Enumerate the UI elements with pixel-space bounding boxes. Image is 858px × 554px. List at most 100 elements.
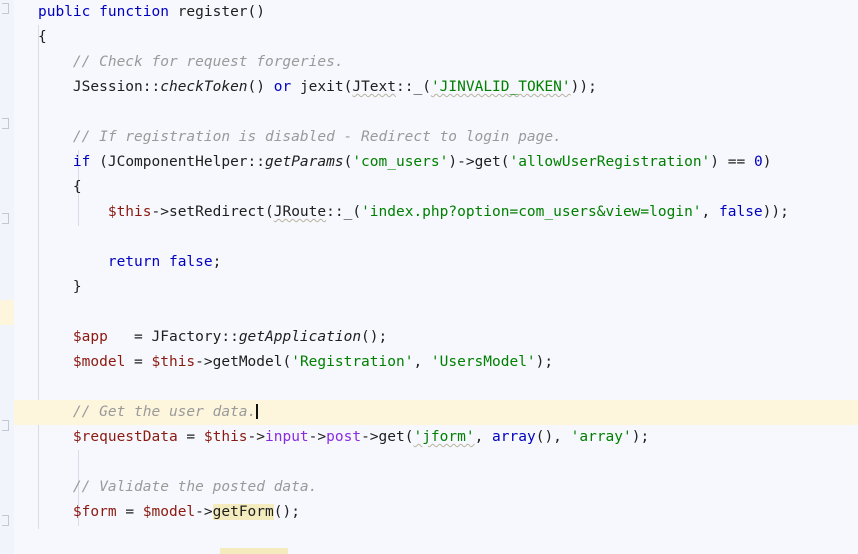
token-method: setRedirect [168,204,265,220]
fold-marker-icon[interactable] [2,420,9,431]
token-class: JComponentHelper [107,154,248,170]
token-punct: , [553,429,562,445]
token-keyword: public [38,4,91,20]
fold-marker-icon[interactable] [2,3,9,14]
code-line[interactable]: if (!$form) [14,550,858,554]
code-line[interactable]: $model = $this->getModel('Registration',… [14,350,858,375]
token-comment: // Check for request forgeries. [72,54,344,70]
token-comment: // Get the user data. [72,404,257,420]
code-editor[interactable]: public function register() { // Check fo… [0,0,858,554]
token-class: JRoute [273,204,327,220]
code-line[interactable]: $form = $model->getForm(); [14,500,858,525]
token-variable: $form [72,504,117,520]
token-punct: , [474,429,484,445]
token-punct: ; [378,329,388,345]
token-variable: $model [72,354,126,370]
code-line[interactable]: return false; [14,250,858,275]
code-line[interactable]: { [14,175,858,200]
token-keyword: false [168,254,213,270]
token-keyword: return [107,254,161,270]
token-punct: ( [500,154,510,170]
token-arrow: -> [457,154,475,170]
code-line-blank[interactable] [14,525,858,550]
code-line-current[interactable]: // Get the user data. [14,400,858,425]
token-string: 'com_users' [352,154,449,170]
token-property: input [265,429,309,445]
token-punct: :: [221,329,239,345]
code-content[interactable]: public function register() { // Check fo… [14,0,858,554]
code-line-blank[interactable] [14,225,858,250]
fold-marker-icon[interactable] [2,515,9,526]
token-variable: $requestData [72,429,178,445]
token-punct: ) [762,154,772,170]
code-line[interactable]: // Validate the posted data. [14,475,858,500]
token-punct: , [701,204,711,220]
occurrence-highlight-clipped [220,548,288,554]
token-punct: ) [256,4,266,20]
token-string: 'jform' [413,429,475,445]
token-method: getParams [265,154,344,170]
token-punct: ( [247,4,257,20]
token-punct: , [413,354,423,370]
token-punct: ( [247,79,257,95]
token-punct: ) [448,154,458,170]
token-punct: ) [710,154,720,170]
fold-marker-icon[interactable] [2,213,9,224]
code-line[interactable]: $requestData = $this->input->post->get('… [14,425,858,450]
token-punct: ) [369,329,379,345]
token-punct: ; [780,204,789,220]
token-string: 'allowUserRegistration' [509,154,711,170]
token-variable: $this [203,429,248,445]
token-method: get [378,429,405,445]
code-line[interactable]: public function register() [14,0,858,25]
token-arrow: -> [195,504,213,520]
code-line[interactable]: } [14,275,858,300]
token-class: JText [352,79,396,95]
code-line[interactable]: // If registration is disabled - Redirec… [14,125,858,150]
token-punct: :: [326,204,344,220]
code-line-blank[interactable] [14,300,858,325]
token-comment: // Validate the posted data. [72,479,318,495]
code-line[interactable]: { [14,25,858,50]
fold-marker-icon[interactable] [2,118,9,129]
token-keyword: array [492,429,536,445]
code-line[interactable]: JSession::checkToken() or jexit(JText::_… [14,75,858,100]
token-brace: } [72,279,82,295]
token-string: 'index.php?option=com_users&view=login' [361,204,702,220]
token-punct: ) [579,79,589,95]
token-class: JFactory [151,329,222,345]
code-line-blank[interactable] [14,375,858,400]
token-method: checkToken [160,79,248,95]
token-punct: ( [352,204,362,220]
token-string: 'JINVALID_TOKEN' [430,79,571,95]
token-punct: ( [99,154,108,170]
token-punct: ; [544,354,554,370]
token-string: 'UsersModel' [430,354,536,370]
token-operator: = [134,329,143,345]
token-variable: $this [107,204,152,220]
token-arrow: -> [247,429,266,445]
token-punct: :: [396,79,414,95]
token-arrow: -> [151,204,169,220]
editor-gutter[interactable] [0,0,15,554]
code-line[interactable]: if (JComponentHelper::getParams('com_use… [14,150,858,175]
token-operator: = [134,354,143,370]
token-punct: ( [282,354,292,370]
token-punct: :: [142,79,161,95]
token-punct: ( [361,329,370,345]
code-line-blank[interactable] [14,450,858,475]
code-line[interactable]: $app = JFactory::getApplication(); [14,325,858,350]
code-line-blank[interactable] [14,100,858,125]
token-number: 0 [753,154,763,170]
code-line[interactable]: // Check for request forgeries. [14,50,858,75]
token-keyword: false [719,204,763,220]
token-punct: ) [544,429,554,445]
token-keyword: or [273,79,292,95]
token-punct: ; [640,429,650,445]
token-method-highlighted: getForm [212,504,274,520]
token-operator: = [186,429,196,445]
token-comment: // If registration is disabled - Redirec… [72,129,562,145]
code-line[interactable]: $this->setRedirect(JRoute::_('index.php?… [14,200,858,225]
token-method: getApplication [238,329,362,345]
token-arrow: -> [308,429,327,445]
